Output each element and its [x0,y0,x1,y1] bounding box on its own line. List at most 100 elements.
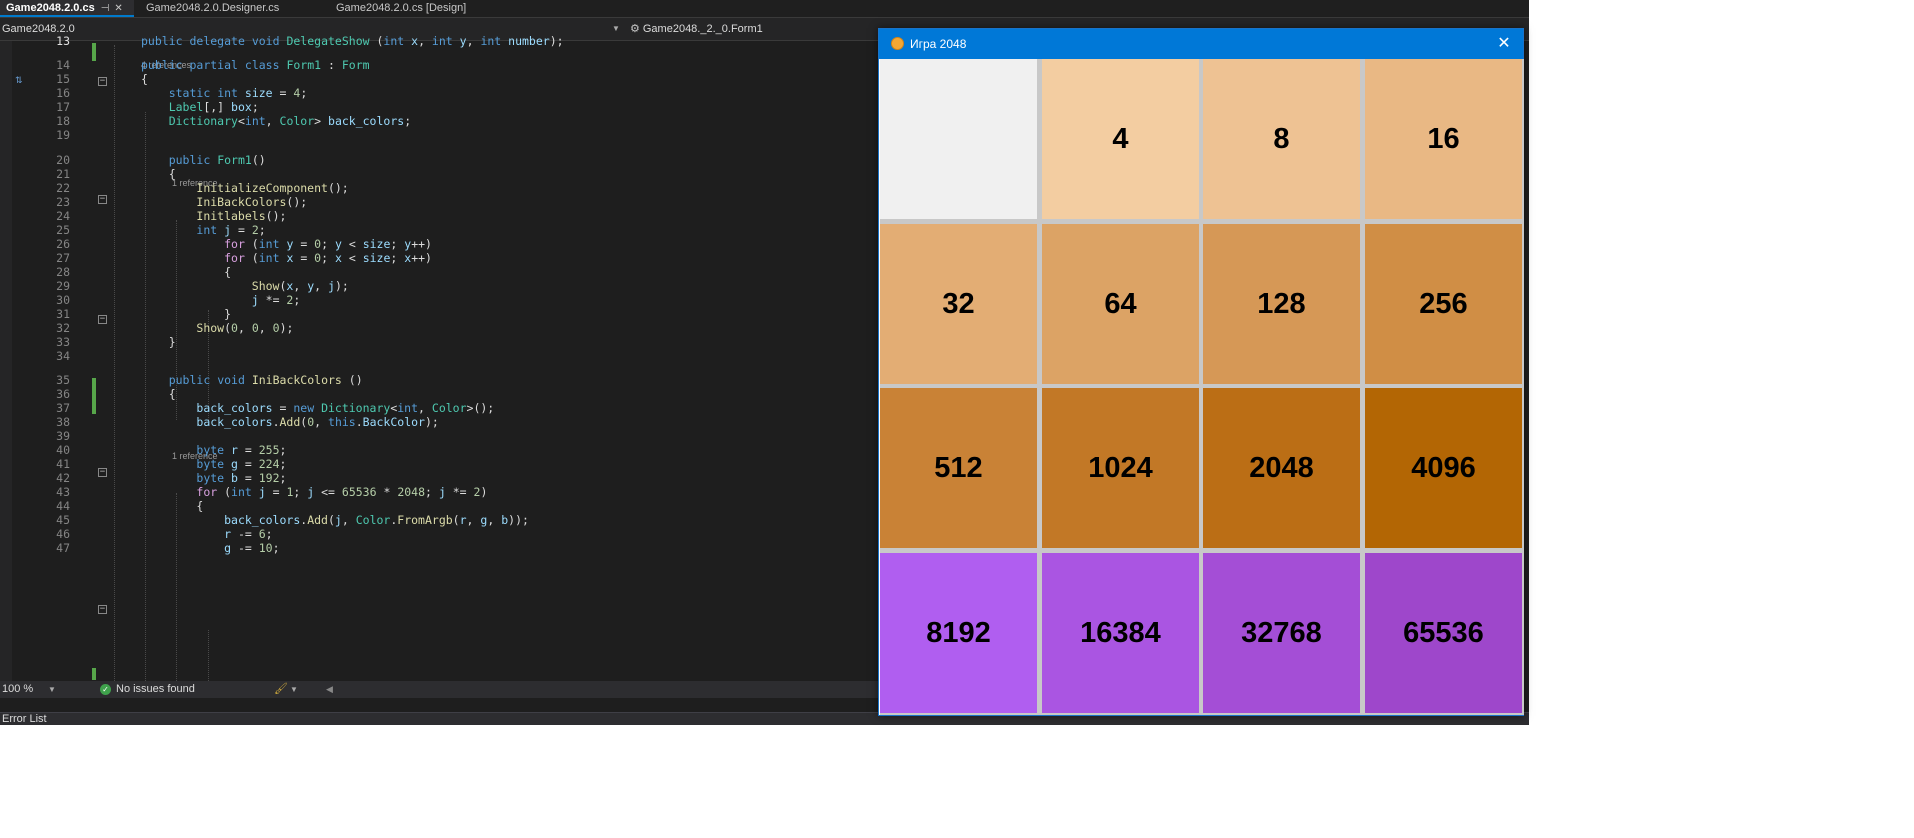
code-line[interactable]: back_colors.Add(j, Color.FromArgb(r, g, … [141,513,529,527]
collapse-icon[interactable]: − [98,195,107,204]
line-number: 40 [56,443,70,457]
tab-label: Game2048.2.0.Designer.cs [146,2,280,14]
collapse-icon[interactable]: − [98,605,107,614]
chevron-down-icon[interactable]: ▼ [612,18,620,40]
code-line[interactable]: public partial class Form1 : Form [141,58,370,72]
code-line[interactable]: { [141,167,176,181]
window-titlebar[interactable]: Игра 2048 ✕ [879,29,1523,59]
tab-game2048-cs[interactable]: Game2048.2.0.cs ⊣ ✕ [0,0,134,17]
tile: 65536 [1365,553,1522,713]
code-line[interactable]: { [141,499,203,513]
close-button[interactable]: ✕ [1485,29,1523,59]
code-line[interactable]: InitializeComponent(); [141,181,348,195]
code-line[interactable]: int j = 2; [141,223,265,237]
line-number: 43 [56,485,70,499]
class-icon: ⚙ [630,23,640,35]
scroll-left-icon[interactable]: ◀ [326,681,333,698]
tile: 512 [880,388,1037,548]
chevron-down-icon[interactable]: ▼ [48,681,56,698]
tile: 32768 [1203,553,1360,713]
game-board: 4 8 16 32 64 128 256 512 1024 2048 4096 8192 16384 32… [880,59,1524,715]
line-number: 30 [56,293,70,307]
code-line[interactable]: back_colors = new Dictionary<int, Color>… [141,401,494,415]
collapse-icon[interactable]: − [98,315,107,324]
editor-status-bar: 100 % ▼ ✓ No issues found 🖌 ▼ ◀ [0,681,880,698]
code-line[interactable]: Show(x, y, j); [141,279,349,293]
line-number: 20 [56,153,70,167]
code-line[interactable]: for (int x = 0; x < size; x++) [141,251,432,265]
line-number: 26 [56,237,70,251]
tab-label: Game2048.2.0.cs [Design] [336,2,467,14]
tile: 256 [1365,224,1522,384]
type-dropdown[interactable]: ⚙ Game2048._2._0.Form1 [630,18,763,40]
tile: 8192 [880,553,1037,713]
line-number: 32 [56,321,70,335]
line-number: 47 [56,541,70,555]
code-line[interactable]: r -= 6; [141,527,273,541]
code-line[interactable]: j *= 2; [141,293,301,307]
tile: 8 [1203,59,1360,219]
code-line[interactable]: Label[,] box; [141,100,259,114]
line-number: 16 [56,86,70,100]
tile [880,59,1037,219]
line-number: 45 [56,513,70,527]
code-line[interactable]: } [141,335,176,349]
tab-design-view[interactable]: Game2048.2.0.cs [Design] [330,0,472,17]
zoom-level: 100 % [2,683,34,695]
code-line[interactable]: Initlabels(); [141,209,286,223]
line-number: 35 [56,373,70,387]
chevron-down-icon[interactable]: ▼ [290,681,298,698]
close-icon[interactable]: ✕ [114,3,122,14]
issues-indicator[interactable]: No issues found [116,681,195,698]
class-path: Game2048._2._0.Form1 [642,23,763,35]
line-number: 23 [56,195,70,209]
code-cleanup-icon[interactable]: 🖌 [274,681,288,698]
tile: 128 [1203,224,1360,384]
tab-designer-cs[interactable]: Game2048.2.0.Designer.cs [140,0,285,17]
code-line[interactable]: back_colors.Add(0, this.BackColor); [141,415,438,429]
line-number: 24 [56,209,70,223]
change-marker [92,43,96,61]
code-line[interactable]: { [141,387,176,401]
code-line[interactable]: Show(0, 0, 0); [141,321,293,335]
code-line[interactable]: public delegate void DelegateShow (int x… [141,34,564,48]
collapse-icon[interactable]: − [98,77,107,86]
code-line[interactable]: g -= 10; [141,541,279,555]
code-line[interactable]: public void IniBackColors () [141,373,363,387]
error-list-label: Error List [2,713,47,725]
code-line[interactable]: Dictionary<int, Color> back_colors; [141,114,411,128]
pin-icon[interactable]: ⊣ [101,3,110,14]
indent-guide [114,45,115,681]
tile: 16384 [1042,553,1199,713]
app-icon [891,37,904,50]
code-line[interactable]: for (int j = 1; j <= 65536 * 2048; j *= … [141,485,487,499]
line-number: 15 [56,72,70,86]
code-line[interactable]: for (int y = 0; y < size; y++) [141,237,432,251]
code-line[interactable]: byte r = 255; [141,443,286,457]
code-line[interactable]: } [141,307,231,321]
line-number: 13 [56,34,70,48]
zoom-dropdown[interactable]: 100 % [2,681,33,698]
line-number: 42 [56,471,70,485]
tile: 32 [880,224,1037,384]
tile: 1024 [1042,388,1199,548]
code-line[interactable]: static int size = 4; [141,86,308,100]
collapse-icon[interactable]: − [98,468,107,477]
line-number: 33 [56,335,70,349]
code-map-icon[interactable]: ⇅ [15,75,23,86]
line-number: 38 [56,415,70,429]
code-line[interactable]: byte b = 192; [141,471,286,485]
line-number: 17 [56,100,70,114]
line-number: 28 [56,265,70,279]
line-number: 19 [56,128,70,142]
line-number: 29 [56,279,70,293]
code-line[interactable]: { [141,265,231,279]
code-line[interactable]: IniBackColors(); [141,195,307,209]
code-line[interactable]: { [141,72,148,86]
code-line[interactable]: public Form1() [141,153,266,167]
line-number: 21 [56,167,70,181]
check-circle-icon: ✓ [100,684,111,695]
line-number: 34 [56,349,70,363]
line-number: 22 [56,181,70,195]
code-line[interactable]: byte g = 224; [141,457,286,471]
